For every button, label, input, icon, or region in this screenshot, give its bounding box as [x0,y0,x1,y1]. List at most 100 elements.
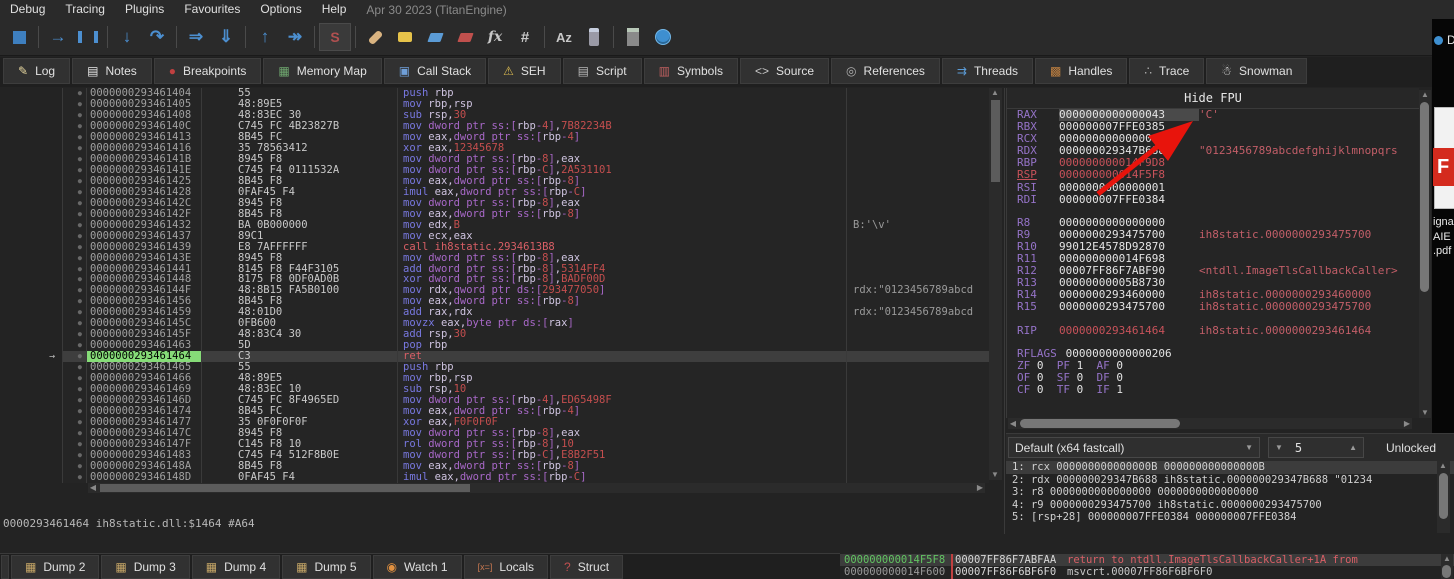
tab-breakpoints[interactable]: ●Breakpoints [154,58,262,84]
spinner-down-icon[interactable]: ▼ [1275,443,1283,452]
scroll-right-icon[interactable]: ▶ [975,483,985,493]
breakpoint-gutter[interactable]: ● [63,318,87,329]
desktop-shortcut[interactable]: D [1434,33,1454,47]
breakpoint-gutter[interactable]: ● [63,165,87,176]
stop-square-icon[interactable] [4,24,34,50]
breakpoint-gutter[interactable]: ● [63,99,87,110]
stack-view[interactable]: 000000000014F5F800007FF86F7ABFAAreturn t… [840,554,1454,579]
breakpoint-gutter[interactable]: ● [63,285,87,296]
breakpoint-gutter[interactable]: ● [63,220,87,231]
flags-row[interactable]: CF 0 TF 0 IF 1 [1007,384,1419,396]
breakpoint-gutter[interactable]: ●→ [63,351,87,362]
tab-notes[interactable]: ▤Notes [72,58,152,84]
disasm-row[interactable]: ●0000000293461432BA 0B000000mov edx,BB:'… [63,220,989,231]
stack-vscrollbar[interactable]: ▲ [1441,554,1453,579]
disassembly-view[interactable]: ●000000029346140455push rbp●000000029346… [62,88,989,483]
calling-convention-select[interactable]: Default (x64 fastcall) ▼ [1008,437,1260,458]
breakpoint-gutter[interactable]: ● [63,428,87,439]
breakpoint-gutter[interactable]: ● [63,209,87,220]
tab-dump-5[interactable]: ▦Dump 5 [282,555,370,579]
tab-memory-map[interactable]: ▦Memory Map [263,58,381,84]
scroll-up-icon[interactable]: ▲ [1420,90,1430,100]
scroll-right-icon[interactable]: ▶ [1402,419,1412,429]
spinner-up-icon[interactable]: ▲ [1349,443,1357,452]
registers-vscrollbar[interactable]: ▲ ▼ [1419,90,1431,418]
breakpoint-gutter[interactable]: ● [63,264,87,275]
menu-item-options[interactable]: Options [250,0,311,19]
menu-item-plugins[interactable]: Plugins [115,0,174,19]
breakpoint-gutter[interactable]: ● [63,198,87,209]
register-row-rsp[interactable]: RSP000000000014F5F8 [1007,169,1419,181]
breakpoint-gutter[interactable]: ● [63,274,87,285]
argument-row[interactable]: 5: [rsp+28] 000000007FFE0384 000000007FF… [1006,511,1454,524]
tab-watch-1[interactable]: ◉Watch 1 [373,555,462,579]
breakpoint-gutter[interactable]: ● [63,110,87,121]
breakpoint-gutter[interactable]: ● [63,143,87,154]
menu-item-favourites[interactable]: Favourites [174,0,250,19]
breakpoint-gutter[interactable]: ● [63,417,87,428]
tab-symbols[interactable]: ▥Symbols [644,58,738,84]
disasm-row[interactable]: ●00000002934614138B45 FCmov eax,dword pt… [63,132,989,143]
hide-fpu-button[interactable]: Hide FPU [1007,88,1419,109]
breakpoint-gutter[interactable]: ● [63,253,87,264]
tab-log[interactable]: ✎Log [3,58,70,84]
internet-icon[interactable] [648,24,678,50]
tab-dump-3[interactable]: ▦Dump 3 [101,555,189,579]
menu-item-help[interactable]: Help [312,0,357,19]
lock-state-label[interactable]: Unlocked [1386,441,1436,455]
disasm-row[interactable]: ●000000029346145F48:83C4 30add rsp,30 [63,329,989,340]
disasm-row[interactable]: ●000000029346140455push rbp [63,88,989,99]
scroll-down-icon[interactable]: ▼ [990,470,1000,480]
breakpoint-gutter[interactable]: ● [63,132,87,143]
register-row-rdi[interactable]: RDI000000007FFE0384 [1007,194,1419,206]
disasm-vscrollbar[interactable]: ▲ ▼ [989,88,1002,480]
step-over-icon[interactable]: ↷ [142,24,172,50]
pdf-file-icon[interactable]: F [1434,107,1454,209]
tab-script[interactable]: ▤Script [563,58,642,84]
argument-row[interactable]: 2: rdx 000000029347B688 ih8static.000000… [1006,474,1454,487]
breakpoint-gutter[interactable]: ● [63,450,87,461]
tab-references[interactable]: ◎References [831,58,940,84]
breakpoint-gutter[interactable]: ● [63,187,87,198]
comment-icon[interactable] [390,24,420,50]
tab-dump-2[interactable]: ▦Dump 2 [11,555,99,579]
bookmark-icon[interactable] [450,24,480,50]
disasm-row[interactable]: ●00000002934614635Dpop rbp [63,340,989,351]
stack-row[interactable]: 000000000014F5F800007FF86F7ABFAAreturn t… [840,554,1454,566]
tab-handles[interactable]: ▩Handles [1035,58,1127,84]
tab-threads[interactable]: ⇉Threads [942,58,1033,84]
label-icon[interactable] [420,24,450,50]
disasm-row[interactable]: ●000000029346142F8B45 F8mov eax,dword pt… [63,209,989,220]
breakpoint-gutter[interactable]: ● [63,154,87,165]
breakpoint-gutter[interactable]: ● [63,384,87,395]
breakpoint-gutter[interactable]: ● [63,472,87,483]
scroll-down-icon[interactable]: ▼ [1420,408,1430,418]
disasm-row[interactable]: ●000000029346140548:89E5mov rbp,rsp [63,99,989,110]
pause-icon[interactable] [73,24,103,50]
disasm-row[interactable]: ●00000002934614748B45 FCmov eax,dword pt… [63,406,989,417]
breakpoint-gutter[interactable]: ● [63,296,87,307]
breakpoint-gutter[interactable]: ● [63,231,87,242]
disasm-row[interactable]: ●→0000000293461464C3ret [63,351,989,362]
argument-row[interactable]: 1: rcx 000000000000000B 000000000000000B [1006,461,1454,474]
breakpoint-gutter[interactable]: ● [63,406,87,417]
disasm-row[interactable]: ●000000029346145C0FB600movzx eax,byte pt… [63,318,989,329]
tab-trace[interactable]: ∴Trace [1129,58,1204,84]
breakpoint-gutter[interactable]: ● [63,461,87,472]
breakpoint-gutter[interactable]: ● [63,395,87,406]
animate-icon[interactable]: S [319,23,351,51]
execute-till-return-icon[interactable]: ↑ [250,24,280,50]
breakpoint-gutter[interactable]: ● [63,439,87,450]
trace-over-icon[interactable]: ⇓ [211,24,241,50]
tab-locals[interactable]: [x=]Locals [464,555,548,579]
tab-struct[interactable]: ?Struct [550,555,623,579]
tab-source[interactable]: <>Source [740,58,829,84]
breakpoint-gutter[interactable]: ● [63,340,87,351]
breakpoint-gutter[interactable]: ● [63,242,87,253]
registers-hscrollbar[interactable]: ◀ ▶ [1008,418,1412,429]
args-vscrollbar[interactable]: ▲ [1437,461,1450,533]
scroll-up-icon[interactable]: ▲ [1442,554,1452,564]
breakpoint-gutter[interactable]: ● [63,362,87,373]
argument-row[interactable]: 4: r9 0000000293475700 ih8static.0000000… [1006,499,1454,512]
register-row-r15[interactable]: R150000000293475700ih8static.00000002934… [1007,301,1419,313]
